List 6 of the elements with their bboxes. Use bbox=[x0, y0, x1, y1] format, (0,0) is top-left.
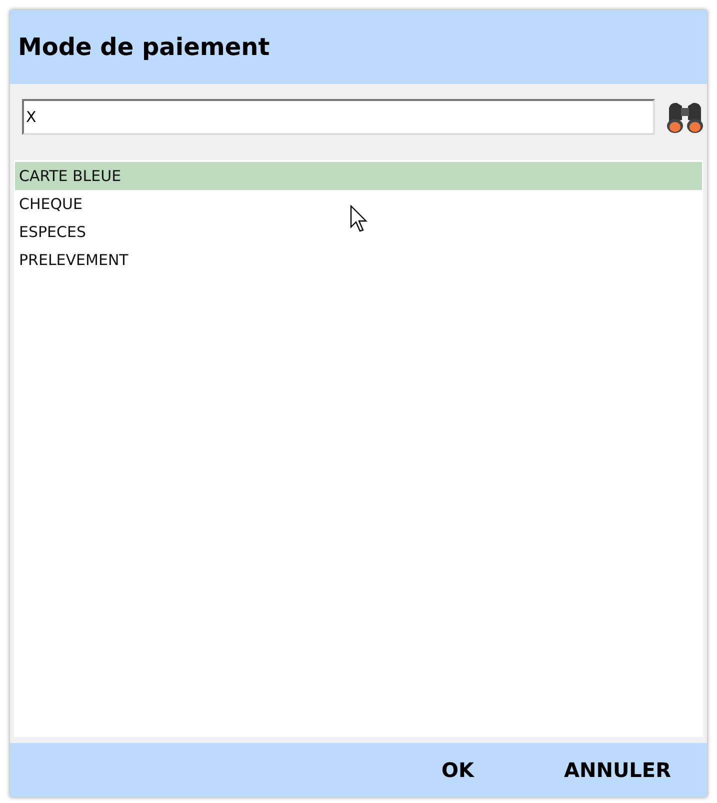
list-item[interactable]: CARTE BLEUE bbox=[15, 162, 702, 190]
dialog-button[interactable]: OK bbox=[433, 751, 482, 789]
search-field[interactable]: X bbox=[22, 99, 655, 135]
binoculars-icon[interactable] bbox=[665, 100, 705, 134]
dialog-button[interactable]: ANNULER bbox=[556, 751, 679, 789]
window-title: Mode de paiement bbox=[18, 32, 270, 63]
